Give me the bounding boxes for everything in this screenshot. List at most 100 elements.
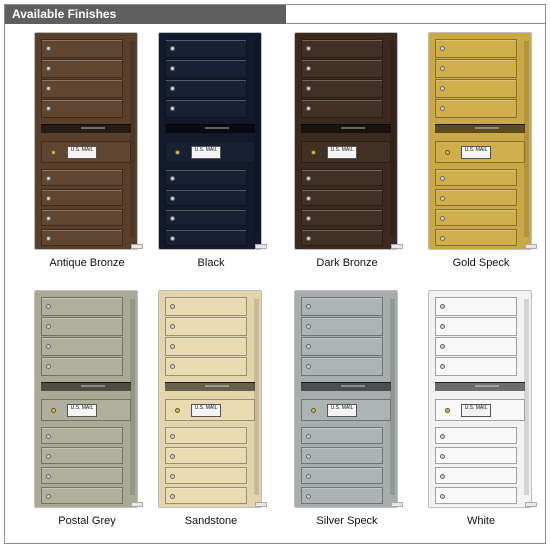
finish-caption: Postal Grey [58, 515, 116, 527]
slot-label [475, 385, 499, 387]
lock-icon [306, 86, 311, 91]
side-rail [254, 299, 259, 495]
mailbox-door [301, 169, 383, 186]
mailbox-door [41, 297, 123, 316]
mailbox-door [165, 297, 247, 316]
mailbox-door [165, 39, 247, 58]
mailbox-door [165, 169, 247, 186]
mailbox-door [165, 99, 247, 118]
slot-label [205, 385, 229, 387]
lock-icon [170, 494, 175, 499]
mailbox-door [435, 39, 517, 58]
lock-icon [46, 494, 51, 499]
lock-icon [170, 236, 175, 241]
side-rail [390, 41, 395, 237]
side-rail [524, 41, 529, 237]
outgoing-mail-slot [165, 124, 255, 133]
lock-icon [440, 344, 445, 349]
product-tag [255, 244, 267, 249]
lock-icon [306, 106, 311, 111]
mailbox-door [165, 59, 247, 78]
mailbox-door [301, 447, 383, 464]
product-tag [391, 244, 403, 249]
master-lock-icon [51, 408, 56, 413]
lock-icon [46, 434, 51, 439]
lock-icon [306, 454, 311, 459]
mailbox-door [41, 169, 123, 186]
mailbox-door [165, 447, 247, 464]
mailbox-door [165, 337, 247, 356]
master-lock-icon [175, 408, 180, 413]
mailbox-door [165, 229, 247, 246]
finishes-panel: Available Finishes U.S. MAIL Antique Bro… [4, 4, 546, 544]
finish-caption: White [466, 515, 496, 527]
lock-icon [440, 46, 445, 51]
master-door: U.S. MAIL [301, 399, 391, 421]
usmail-plate: U.S. MAIL [327, 404, 357, 417]
slot-label [205, 127, 229, 129]
mailbox-door [435, 99, 517, 118]
lock-icon [170, 364, 175, 369]
lock-icon [170, 176, 175, 181]
outgoing-mail-slot [165, 382, 255, 391]
mailbox-door [165, 467, 247, 484]
mailbox-door [165, 79, 247, 98]
mailbox-door [435, 357, 517, 376]
slot-label [81, 127, 105, 129]
finish-caption: Black [197, 257, 225, 269]
mailbox-door [301, 39, 383, 58]
lock-icon [306, 216, 311, 221]
lock-icon [440, 494, 445, 499]
mailbox-door [165, 209, 247, 226]
lock-icon [440, 324, 445, 329]
usmail-plate: U.S. MAIL [67, 146, 97, 159]
lock-icon [46, 324, 51, 329]
usmail-plate: U.S. MAIL [461, 404, 491, 417]
lock-icon [306, 304, 311, 309]
master-door: U.S. MAIL [41, 399, 131, 421]
master-lock-icon [51, 150, 56, 155]
mailbox-door [301, 79, 383, 98]
mailbox-door [165, 317, 247, 336]
mailbox-swatch: U.S. MAIL [35, 291, 143, 507]
mailbox-door [301, 467, 383, 484]
slot-label [341, 385, 365, 387]
mailbox-swatch: U.S. MAIL [295, 291, 403, 507]
lock-icon [440, 474, 445, 479]
master-lock-icon [311, 150, 316, 155]
master-door: U.S. MAIL [435, 141, 525, 163]
mailbox-door [301, 427, 383, 444]
mailbox-door [41, 467, 123, 484]
lock-icon [440, 364, 445, 369]
outgoing-mail-slot [301, 382, 391, 391]
mailbox-swatch: U.S. MAIL [429, 291, 537, 507]
lock-icon [440, 86, 445, 91]
lock-icon [170, 86, 175, 91]
mailbox-door [41, 59, 123, 78]
lock-icon [46, 66, 51, 71]
lock-icon [46, 46, 51, 51]
lock-icon [170, 46, 175, 51]
mailbox-door [41, 99, 123, 118]
side-rail [254, 41, 259, 237]
side-rail [524, 299, 529, 495]
lock-icon [306, 324, 311, 329]
product-tag [391, 502, 403, 507]
outgoing-mail-slot [435, 124, 525, 133]
mailbox-door [301, 99, 383, 118]
lock-icon [306, 46, 311, 51]
mailbox-door [301, 229, 383, 246]
lock-icon [46, 106, 51, 111]
mailbox-door [41, 209, 123, 226]
product-tag [525, 244, 537, 249]
usmail-plate: U.S. MAIL [67, 404, 97, 417]
mailbox-door [301, 297, 383, 316]
product-tag [131, 244, 143, 249]
mailbox-door [41, 79, 123, 98]
mailbox-door [301, 337, 383, 356]
outgoing-mail-slot [435, 382, 525, 391]
lock-icon [306, 474, 311, 479]
outgoing-mail-slot [41, 124, 131, 133]
mailbox-door [41, 317, 123, 336]
mailbox-door [435, 337, 517, 356]
